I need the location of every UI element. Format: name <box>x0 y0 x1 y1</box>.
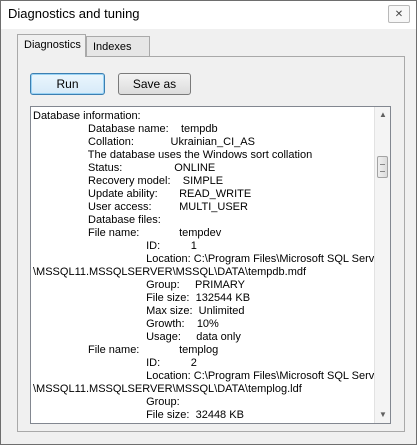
arrow-down-icon: ▼ <box>379 410 387 419</box>
diagnostics-panel: Run Save as Database information: Databa… <box>17 56 405 432</box>
scroll-up-button[interactable]: ▲ <box>375 107 390 123</box>
scrollbar-thumb[interactable] <box>377 156 388 178</box>
run-button[interactable]: Run <box>30 73 105 95</box>
scroll-down-button[interactable]: ▼ <box>375 407 390 423</box>
output-line: Usage: data only <box>33 331 241 343</box>
output-line: Group: <box>33 396 180 408</box>
output-line: Location: C:\Program Files\Microsoft SQL… <box>33 253 375 265</box>
arrow-up-icon: ▲ <box>379 110 387 119</box>
output-line: ID: 1 <box>33 240 197 252</box>
vertical-scrollbar[interactable]: ▲ ▼ <box>374 107 390 423</box>
save-as-button[interactable]: Save as <box>118 73 191 95</box>
close-icon: ✕ <box>394 9 404 20</box>
output-line: Location: C:\Program Files\Microsoft SQL… <box>33 370 375 382</box>
tab-diagnostics[interactable]: Diagnostics <box>17 34 86 57</box>
output-line: The database uses the Windows sort colla… <box>33 149 313 161</box>
output-line: \MSSQL11.MSSQLSERVER\MSSQL\DATA\tempdb.m… <box>33 266 307 278</box>
window-title: Diagnostics and tuning <box>8 6 140 21</box>
output-line: File name: tempdev <box>33 227 222 239</box>
output-line: Database files: <box>33 214 161 226</box>
diagnostics-window: Diagnostics and tuning ✕ Diagnostics Ind… <box>0 0 417 445</box>
diagnostics-output[interactable]: Database information: Database name: tem… <box>30 106 391 424</box>
output-line: \MSSQL11.MSSQLSERVER\MSSQL\DATA\templog.… <box>33 383 302 395</box>
output-line: Update ability: READ_WRITE <box>33 188 252 200</box>
output-line: File size: 32448 KB <box>33 409 244 421</box>
output-line: Growth: 10% <box>33 318 219 330</box>
output-line: ID: 2 <box>33 357 197 369</box>
output-line: Group: PRIMARY <box>33 279 245 291</box>
output-line: File size: 132544 KB <box>33 292 251 304</box>
close-button[interactable]: ✕ <box>388 5 410 23</box>
output-line: File name: templog <box>33 344 219 356</box>
output-line: Status: ONLINE <box>33 162 216 174</box>
tab-indexes[interactable]: Indexes <box>86 36 150 56</box>
output-line: User access: MULTI_USER <box>33 201 248 213</box>
output-line: Max size: Unlimited <box>33 305 245 317</box>
output-line: Recovery model: SIMPLE <box>33 175 224 187</box>
output-line: Collation: Ukrainian_CI_AS <box>33 136 255 148</box>
title-bar[interactable]: Diagnostics and tuning ✕ <box>1 1 416 29</box>
output-line: Database name: tempdb <box>33 123 218 135</box>
output-text: Database information: Database name: tem… <box>31 107 375 423</box>
tab-strip: Diagnostics Indexes <box>17 34 407 57</box>
output-line: Database information: <box>33 110 141 122</box>
